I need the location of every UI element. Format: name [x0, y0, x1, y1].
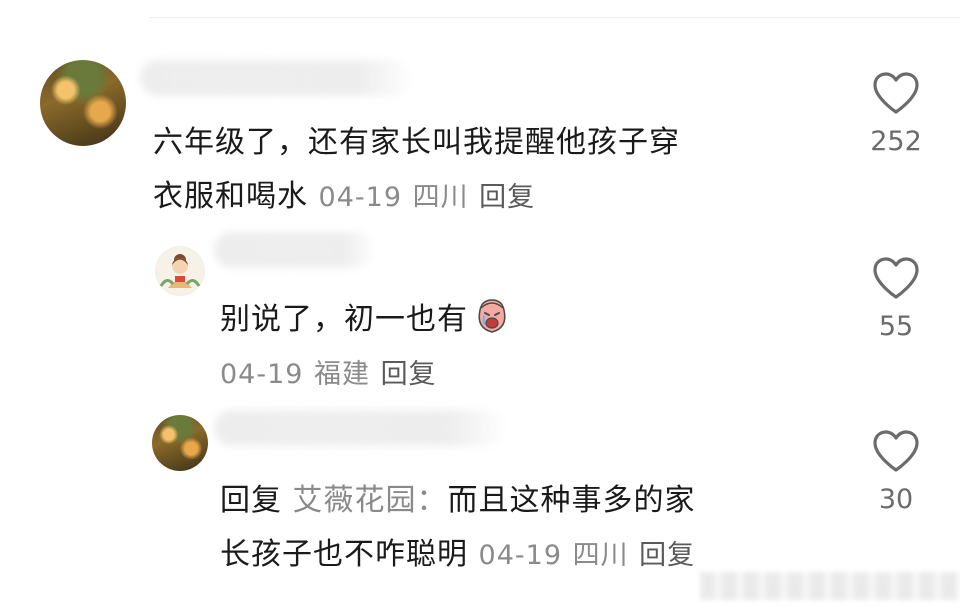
comment-date: 04-19: [220, 359, 304, 390]
heart-outline-icon: [873, 257, 919, 299]
crying-face-emoji-icon: [472, 296, 512, 336]
reply-button[interactable]: 回复: [381, 359, 437, 390]
heart-outline-icon: [873, 430, 919, 472]
like-button[interactable]: 252: [866, 70, 926, 157]
like-count: 55: [878, 311, 914, 342]
comment-text: 别说了，初一也有 04-19 福建 回复: [220, 293, 512, 402]
top-divider: [150, 17, 960, 18]
heart-outline-icon: [873, 72, 919, 114]
reply-button[interactable]: 回复: [639, 540, 695, 571]
comment-text-line1: 而且这种事多的家: [447, 483, 696, 518]
avatar[interactable]: [40, 60, 126, 146]
comment-location: 四川: [412, 182, 469, 213]
comment-text-line2: 长孩子也不咋聪明: [220, 537, 468, 572]
username-blurred[interactable]: [214, 410, 504, 446]
username-blurred[interactable]: [140, 60, 410, 96]
like-count: 252: [870, 126, 922, 157]
avatar[interactable]: [155, 246, 205, 296]
comment-location: 四川: [572, 540, 629, 571]
comment-text: 回复 艾薇花园：而且这种事多的家 长孩子也不咋聪明 04-19 四川 回复: [220, 474, 696, 583]
mention-username[interactable]: 艾薇花园：: [293, 483, 448, 518]
like-button[interactable]: 55: [866, 255, 926, 342]
comment-text-line1: 别说了，初一也有: [220, 302, 468, 337]
comment-text-line1: 六年级了，还有家长叫我提醒他孩子穿: [153, 125, 680, 160]
comment-location: 福建: [314, 359, 371, 390]
reply-button[interactable]: 回复: [479, 182, 535, 213]
watermark-blurred: [700, 572, 960, 600]
comment-text-line2: 衣服和喝水: [153, 179, 308, 214]
like-button[interactable]: 30: [866, 428, 926, 515]
avatar[interactable]: [152, 415, 208, 471]
like-count: 30: [878, 484, 914, 515]
username-blurred[interactable]: [214, 232, 374, 268]
comment-date: 04-19: [318, 182, 403, 213]
reply-prefix: 回复: [220, 483, 282, 518]
girl-illustration-icon: [159, 254, 201, 288]
comment-text: 六年级了，还有家长叫我提醒他孩子穿 衣服和喝水 04-19 四川 回复: [153, 116, 680, 225]
comment-date: 04-19: [478, 540, 563, 571]
